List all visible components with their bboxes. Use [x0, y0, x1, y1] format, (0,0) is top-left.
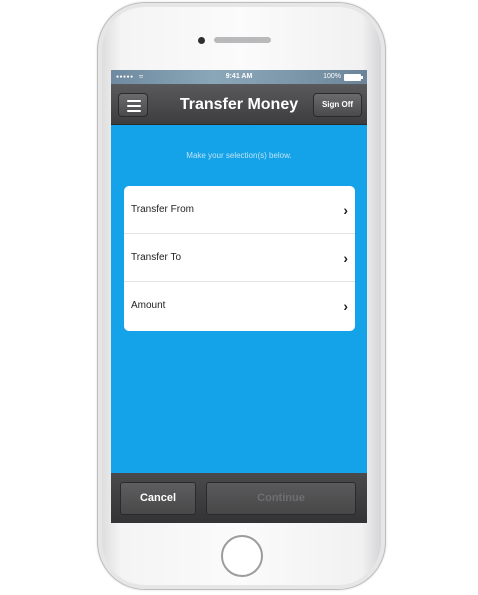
- amount-row[interactable]: Amount ›: [124, 282, 355, 331]
- status-bar: ●●●●● ≈ 9:41 AM 100%: [111, 70, 367, 84]
- chevron-right-icon: ›: [343, 202, 348, 218]
- chevron-right-icon: ›: [343, 250, 348, 266]
- continue-button[interactable]: Continue: [206, 482, 356, 515]
- page-title: Transfer Money: [179, 96, 299, 113]
- list-item-label: Amount: [131, 300, 166, 311]
- navigation-bar: Transfer Money Sign Off: [111, 84, 367, 125]
- battery-percent: 100%: [323, 73, 341, 80]
- hamburger-menu-icon: [127, 110, 141, 112]
- battery-icon: [344, 74, 363, 81]
- app-screen: ●●●●● ≈ 9:41 AM 100% Transfer Money Sign…: [111, 70, 367, 523]
- bottom-toolbar: Cancel Continue: [111, 473, 367, 523]
- transfer-from-row[interactable]: Transfer From ›: [124, 186, 355, 234]
- list-item-label: Transfer From: [131, 204, 194, 215]
- hamburger-menu-icon: [127, 100, 141, 102]
- cancel-button[interactable]: Cancel: [120, 482, 196, 515]
- earpiece-speaker: [214, 37, 271, 43]
- instruction-text: Make your selection(s) below.: [186, 151, 292, 160]
- front-camera: [198, 37, 205, 44]
- list-item-label: Transfer To: [131, 252, 182, 263]
- home-button[interactable]: [221, 535, 263, 577]
- menu-button[interactable]: [118, 93, 148, 117]
- selection-list: Transfer From › Transfer To › Amount ›: [124, 186, 355, 331]
- hamburger-menu-icon: [127, 105, 141, 107]
- sign-off-button[interactable]: Sign Off: [313, 93, 362, 117]
- chevron-right-icon: ›: [343, 298, 348, 314]
- transfer-to-row[interactable]: Transfer To ›: [124, 234, 355, 282]
